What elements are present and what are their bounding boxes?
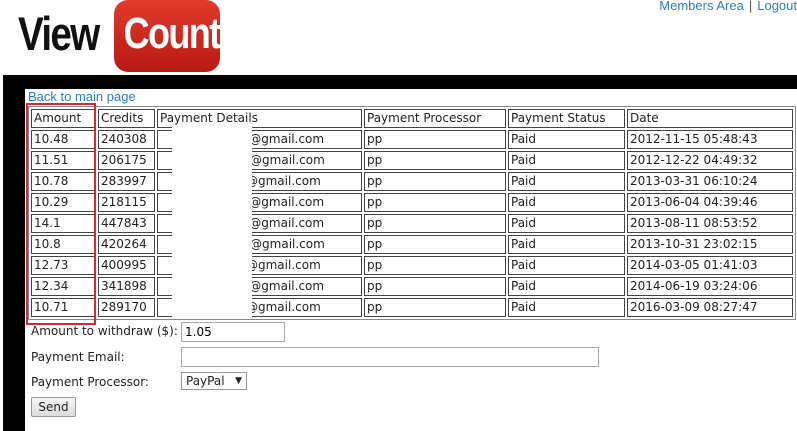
amount-label: Amount to withdraw ($): (31, 324, 178, 338)
table-row: 12.34 341898 '@gmail.com pp Paid 2014-06-19 0… (31, 272, 793, 296)
credits-cell: 447843 (98, 214, 155, 233)
table-row: 10.8 420264/@gmail.com pp Paid 2013-10-31 23… (31, 230, 793, 254)
payment-email-value: '@gmail.com (246, 195, 325, 209)
date-cell: 2016-03-09 08:27:47 (627, 298, 793, 317)
payment-status-cell: Paid (508, 151, 625, 170)
credits-cell: 218115 (98, 193, 155, 212)
amount-column-highlight (26, 103, 96, 325)
payment-status-cell: Paid (508, 193, 625, 212)
payment-email-input[interactable] (181, 347, 599, 367)
credits-cell: 289170 (98, 298, 155, 317)
payment-history-table: Amount Credits Payment Details Payment P… (28, 106, 796, 320)
column-header-date: Date (627, 109, 793, 128)
table-row: 11.51 206175/@gmail.com pp Paid 2012-12-22 0… (31, 146, 793, 170)
payment-processor-cell: pp (364, 193, 506, 212)
table-row: 12.73 400995 @gmail.com pp Paid 2014-03-05 01… (31, 251, 793, 275)
payment-email-value: @gmail.com (246, 258, 321, 272)
credits-cell: 420264 (98, 235, 155, 254)
date-cell: 2014-06-19 03:24:06 (627, 277, 793, 296)
credits-cell: 240308 (98, 130, 155, 149)
table-row: 10.48 240308 '@gmail.com pp Paid 2012-11-15 0… (31, 125, 793, 149)
date-cell: 2013-06-04 04:39:46 (627, 193, 793, 212)
credits-cell: 283997 (98, 172, 155, 191)
payment-processor-cell: pp (364, 235, 506, 254)
link-separator: | (748, 0, 753, 13)
credits-cell: 400995 (98, 256, 155, 275)
payment-processor-cell: pp (364, 256, 506, 275)
table-row: 10.71 289170 @gmail.com pp Paid 2016-03-09 08… (31, 293, 793, 317)
credits-cell: 206175 (98, 151, 155, 170)
payment-processor-select[interactable]: PayPal ▼ (181, 372, 247, 390)
payment-status-cell: Paid (508, 298, 625, 317)
logout-link[interactable]: Logout (757, 0, 797, 13)
date-cell: 2013-08-11 08:53:52 (627, 214, 793, 233)
payment-status-cell: Paid (508, 130, 625, 149)
credits-cell: 341898 (98, 277, 155, 296)
payment-status-cell: Paid (508, 214, 625, 233)
date-cell: 2013-03-31 06:10:24 (627, 172, 793, 191)
column-header-payment-processor: Payment Processor (364, 109, 506, 128)
top-links: Members Area | Logout (659, 0, 797, 13)
payment-status-cell: Paid (508, 277, 625, 296)
payment-email-value: /@gmail.com (246, 153, 325, 167)
logo-text-view: View (18, 7, 100, 60)
payment-processor-selected: PayPal (186, 374, 225, 388)
payment-processor-cell: pp (364, 172, 506, 191)
payment-status-cell: Paid (508, 235, 625, 254)
payment-processor-cell: pp (364, 214, 506, 233)
date-cell: 2014-03-05 01:41:03 (627, 256, 793, 275)
date-cell: 2013-10-31 23:02:15 (627, 235, 793, 254)
payment-email-value: @gmail.com (246, 174, 321, 188)
payment-email-value: @gmail.com (246, 300, 321, 314)
column-header-payment-status: Payment Status (508, 109, 625, 128)
payment-details-cell: @gmail.com (157, 293, 362, 317)
payment-email-value: '@gmail.com (246, 279, 325, 293)
date-cell: 2012-12-22 04:49:32 (627, 151, 793, 170)
redaction-mask (172, 293, 252, 317)
amount-input[interactable] (181, 322, 285, 342)
payment-status-cell: Paid (508, 172, 625, 191)
column-header-credits: Credits (98, 109, 155, 128)
payment-processor-cell: pp (364, 277, 506, 296)
table-header-row: Amount Credits Payment Details Payment P… (31, 109, 793, 128)
site-logo[interactable]: View Count (18, 0, 223, 72)
chevron-down-icon: ▼ (235, 376, 242, 386)
logo-text-count: Count (123, 9, 222, 58)
payment-email-value: '@gmail.com (246, 216, 325, 230)
payment-email-value: '@gmail.com (246, 132, 325, 146)
logo-badge: Count (114, 0, 222, 72)
send-button[interactable]: Send (31, 397, 76, 417)
payment-processor-cell: pp (364, 130, 506, 149)
payment-processor-cell: pp (364, 151, 506, 170)
table-row: 14.1 447843 '@gmail.com pp Paid 2013-08-11 08… (31, 209, 793, 233)
payment-processor-cell: pp (364, 298, 506, 317)
payment-email-label: Payment Email: (31, 350, 125, 364)
payment-details-wrap: @gmail.com (160, 293, 359, 317)
payment-email-value: /@gmail.com (246, 237, 325, 251)
members-area-link[interactable]: Members Area (659, 0, 744, 13)
date-cell: 2012-11-15 05:48:43 (627, 130, 793, 149)
payment-processor-label: Payment Processor: (31, 375, 149, 389)
payment-status-cell: Paid (508, 256, 625, 275)
table-row: 10.29 218115 '@gmail.com pp Paid 2013-06-04 0… (31, 188, 793, 212)
back-to-main-link[interactable]: Back to main page (28, 89, 136, 104)
table-row: 10.78 283997 @gmail.com pp Paid 2013-03-31 06… (31, 167, 793, 191)
